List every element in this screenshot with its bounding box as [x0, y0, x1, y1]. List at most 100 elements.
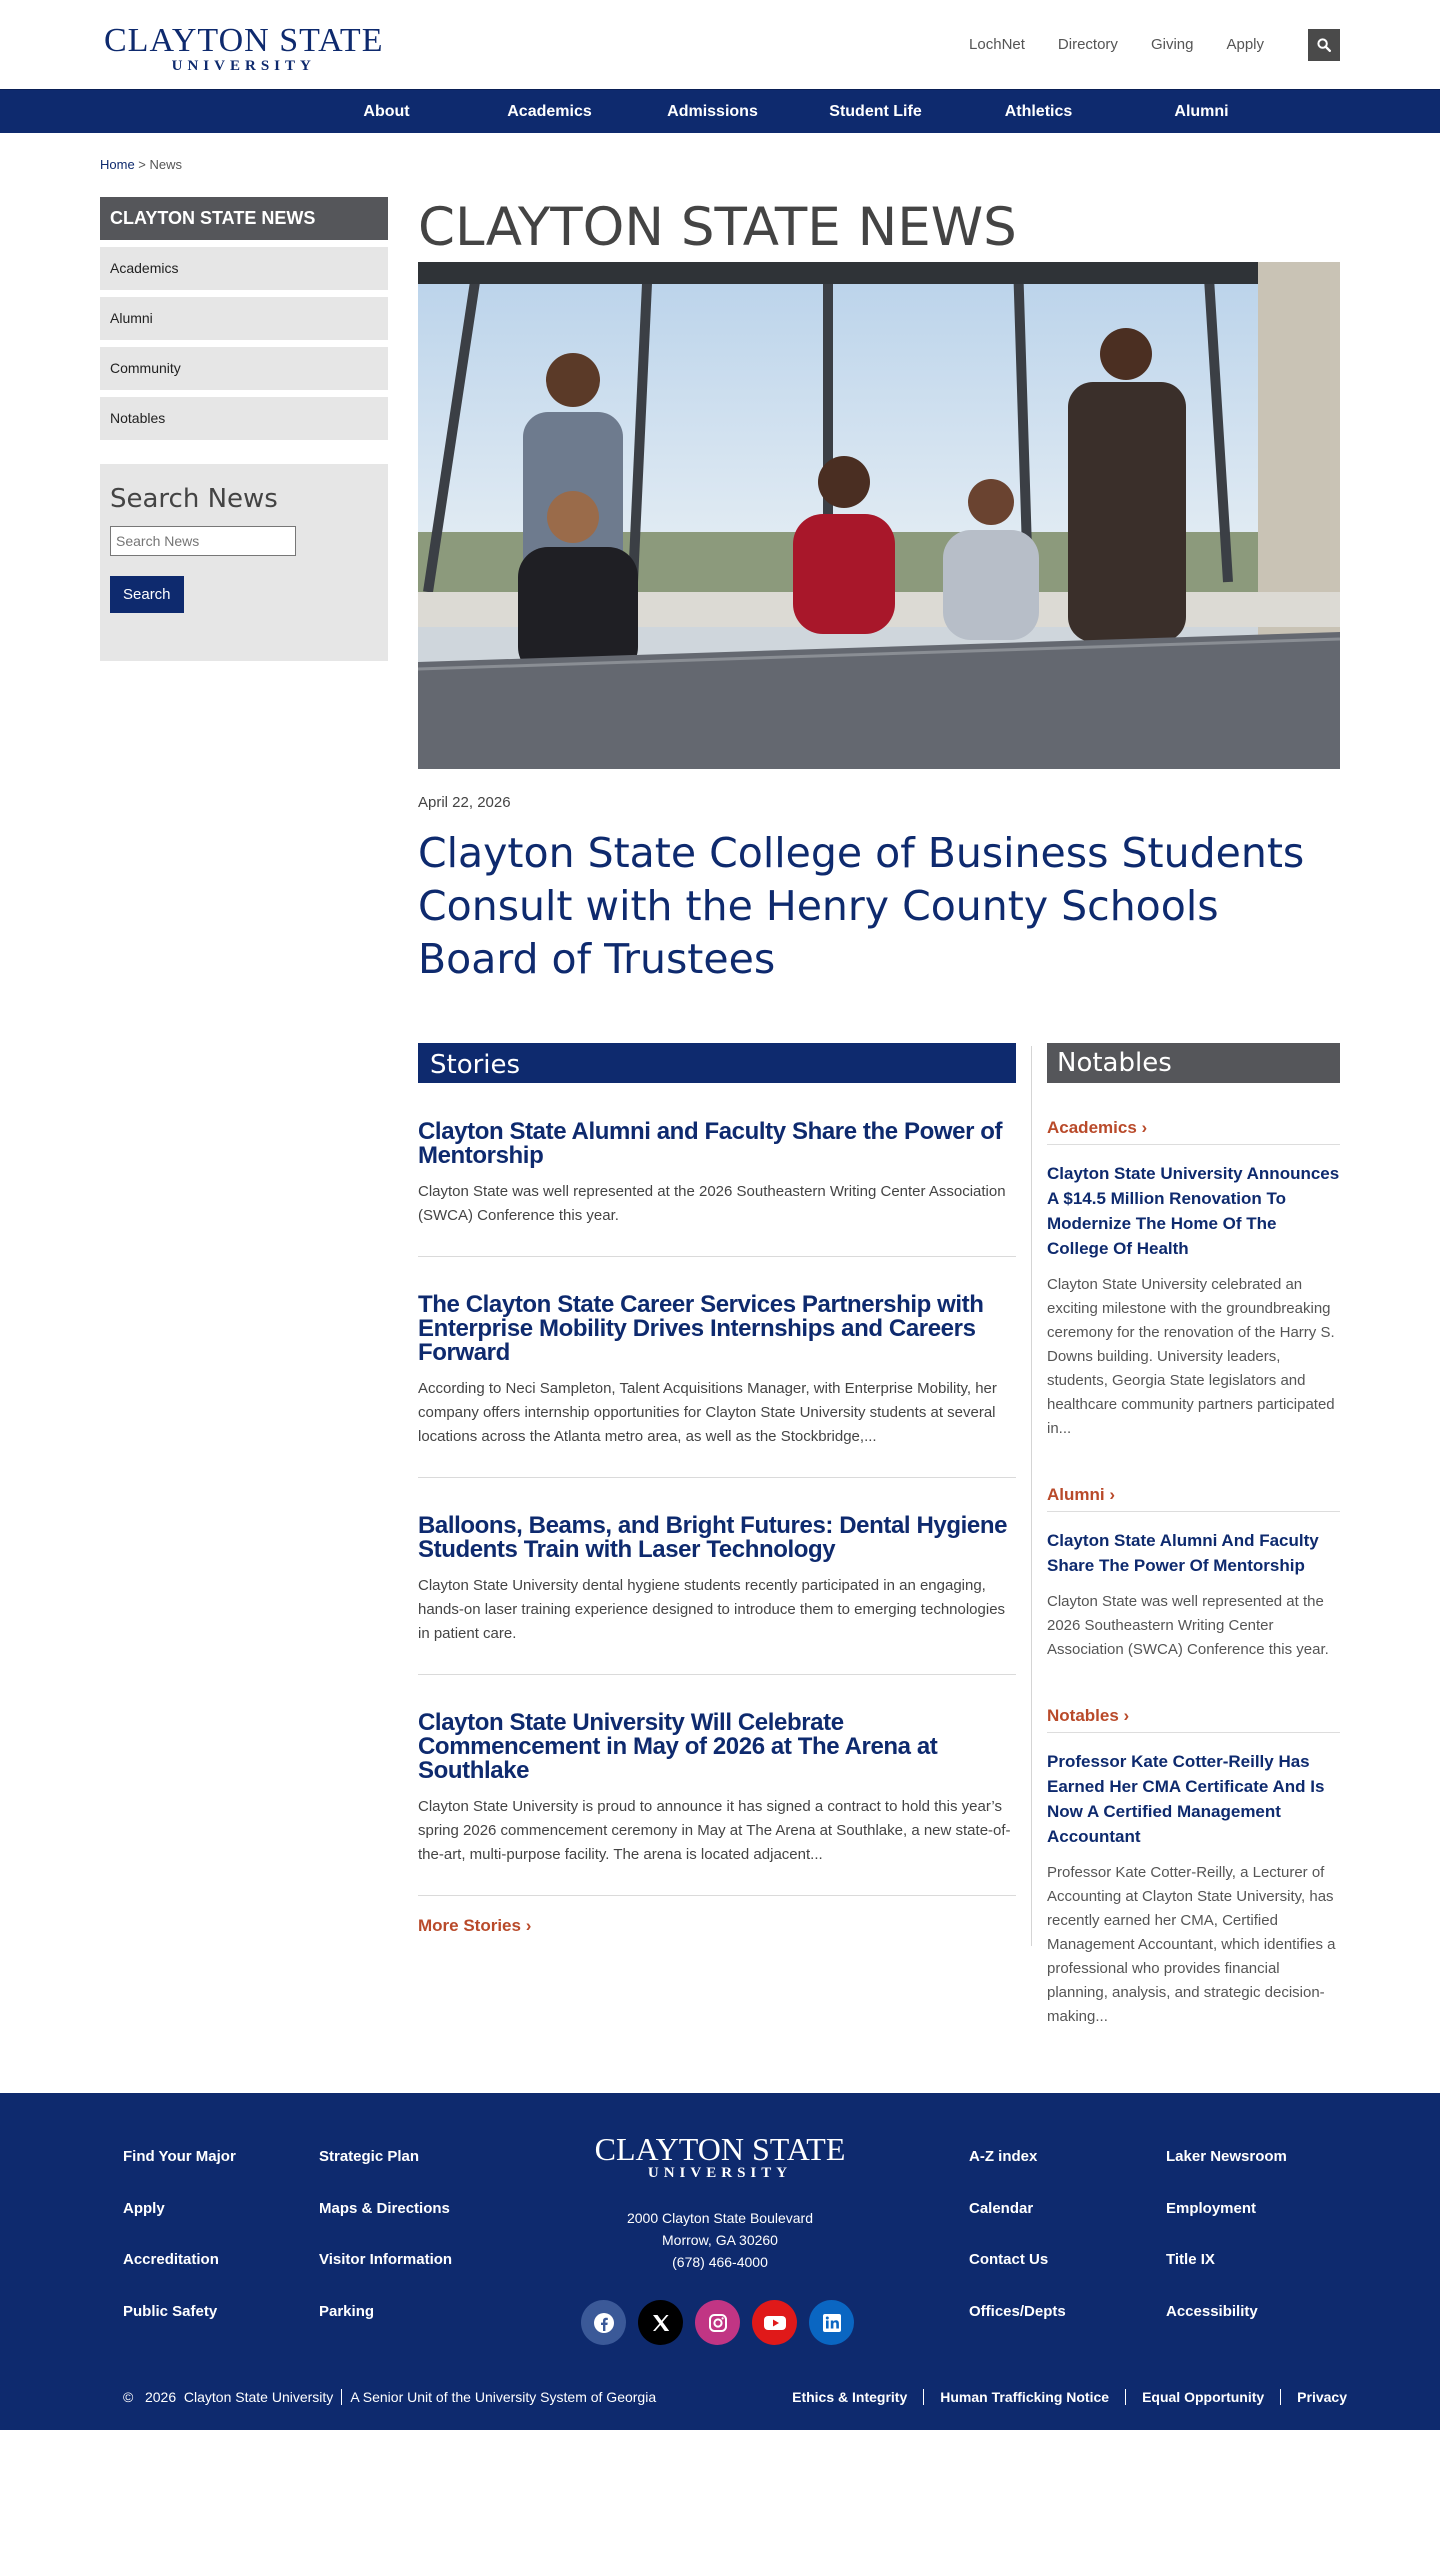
stories-heading: Stories: [418, 1043, 1016, 1083]
notable-item: Academics › Clayton State University Ann…: [1047, 1118, 1340, 1441]
notable-title[interactable]: Clayton State Alumni And Faculty Share T…: [1047, 1528, 1340, 1578]
chevron-right-icon: ›: [1109, 1485, 1116, 1504]
nav-athletics[interactable]: Athletics: [957, 90, 1120, 133]
nav-about[interactable]: About: [305, 90, 468, 133]
footer-link[interactable]: Public Safety: [123, 2303, 236, 2355]
x-icon[interactable]: [638, 2300, 683, 2345]
footer-link[interactable]: Find Your Major: [123, 2148, 236, 2200]
footer-link[interactable]: Apply: [123, 2200, 236, 2252]
footer-link[interactable]: Accreditation: [123, 2251, 236, 2303]
chevron-right-icon: ›: [1141, 1118, 1148, 1137]
notable-summary: Clayton State University celebrated an e…: [1047, 1276, 1335, 1437]
notable-title[interactable]: Professor Kate Cotter-Reilly Has Earned …: [1047, 1749, 1340, 1849]
footer-link[interactable]: A-Z index: [969, 2148, 1066, 2200]
footer-legal-link[interactable]: Ethics & Integrity: [792, 2389, 907, 2405]
utility-link-directory[interactable]: Directory: [1058, 36, 1118, 53]
footer-link[interactable]: Maps & Directions: [319, 2200, 452, 2252]
notables-section: Notables Academics › Clayton State Unive…: [1047, 1043, 1340, 2029]
footer-legal-links: Ethics & Integrity Human Trafficking Not…: [792, 2389, 1347, 2405]
search-news-button[interactable]: Search: [110, 576, 184, 613]
notable-item: Notables › Professor Kate Cotter-Reilly …: [1047, 1706, 1340, 2029]
address-street: 2000 Clayton State Boulevard: [626, 2210, 813, 2226]
story-summary: Clayton State University is proud to ann…: [418, 1798, 1011, 1863]
instagram-icon[interactable]: [695, 2300, 740, 2345]
footer-link[interactable]: Strategic Plan: [319, 2148, 452, 2200]
chevron-right-icon: ›: [525, 1916, 532, 1935]
nav-admissions[interactable]: Admissions: [631, 90, 794, 133]
footer-logo[interactable]: CLAYTON STATE UNIVERSITY: [594, 2133, 846, 2182]
logo-line-1: CLAYTON STATE: [104, 22, 384, 59]
sidebar-item-alumni[interactable]: Alumni: [100, 297, 388, 340]
story-summary: Clayton State University dental hygiene …: [418, 1577, 1006, 1642]
footer-link[interactable]: Visitor Information: [319, 2251, 452, 2303]
footer-legal-link[interactable]: Equal Opportunity: [1142, 2389, 1264, 2405]
footer-divider: [1125, 2389, 1127, 2405]
footer-copyright: © 2026 Clayton State University A Senior…: [123, 2389, 656, 2405]
footer-link[interactable]: Parking: [319, 2303, 452, 2355]
address-phone: (678) 466-4000: [672, 2254, 768, 2270]
notable-item: Alumni › Clayton State Alumni And Facult…: [1047, 1485, 1340, 1662]
notables-heading: Notables: [1047, 1043, 1340, 1083]
footer-link[interactable]: Employment: [1166, 2200, 1287, 2252]
footer-legal-link[interactable]: Privacy: [1297, 2389, 1347, 2405]
utility-link-apply[interactable]: Apply: [1226, 36, 1264, 53]
hero-photo[interactable]: [418, 262, 1340, 769]
linkedin-icon[interactable]: [809, 2300, 854, 2345]
footer-legal-link[interactable]: Human Trafficking Notice: [940, 2389, 1109, 2405]
footer-link[interactable]: Offices/Depts: [969, 2303, 1066, 2355]
footer-link[interactable]: Contact Us: [969, 2251, 1066, 2303]
story-title[interactable]: Balloons, Beams, and Bright Futures: Den…: [418, 1514, 1016, 1562]
sidebar-item-community[interactable]: Community: [100, 347, 388, 390]
story-title[interactable]: The Clayton State Career Services Partne…: [418, 1293, 1016, 1365]
notable-category[interactable]: Notables ›: [1047, 1706, 1340, 1733]
news-sidebar: CLAYTON STATE NEWS Academics Alumni Comm…: [100, 197, 388, 661]
search-icon: [1317, 38, 1331, 52]
footer-link[interactable]: Title IX: [1166, 2251, 1287, 2303]
hero-photo-illustration: [418, 262, 1340, 769]
facebook-icon[interactable]: [581, 2300, 626, 2345]
university-logo[interactable]: CLAYTON STATE UNIVERSITY: [104, 22, 384, 75]
footer-address: 2000 Clayton State Boulevard Morrow, GA …: [570, 2207, 870, 2273]
footer-link[interactable]: Accessibility: [1166, 2303, 1287, 2355]
notable-category-label: Academics: [1047, 1118, 1137, 1137]
youtube-icon[interactable]: [752, 2300, 797, 2345]
footer-logo-line-1: CLAYTON STATE: [594, 2131, 846, 2167]
sidebar-heading: CLAYTON STATE NEWS: [100, 197, 388, 240]
nav-student-life[interactable]: Student Life: [794, 90, 957, 133]
column-divider: [1031, 1046, 1032, 1946]
breadcrumb-home[interactable]: Home: [100, 157, 135, 172]
notable-category-label: Alumni: [1047, 1485, 1105, 1504]
search-news-title: Search News: [110, 484, 278, 514]
notable-category[interactable]: Academics ›: [1047, 1118, 1340, 1145]
usg-text: A Senior Unit of the University System o…: [350, 2389, 657, 2405]
story-title[interactable]: Clayton State Alumni and Faculty Share t…: [418, 1120, 1016, 1168]
footer-link[interactable]: Laker Newsroom: [1166, 2148, 1287, 2200]
notable-category-label: Notables: [1047, 1706, 1119, 1725]
footer-column-2: Strategic Plan Maps & Directions Visitor…: [319, 2148, 452, 2354]
main-nav: About Academics Admissions Student Life …: [0, 89, 1440, 133]
story-summary: According to Neci Sampleton, Talent Acqu…: [418, 1380, 997, 1445]
notable-category[interactable]: Alumni ›: [1047, 1485, 1340, 1512]
footer-column-4: Laker Newsroom Employment Title IX Acces…: [1166, 2148, 1287, 2354]
footer-link[interactable]: Calendar: [969, 2200, 1066, 2252]
nav-alumni[interactable]: Alumni: [1120, 90, 1283, 133]
search-news-input[interactable]: [110, 526, 296, 556]
search-news-panel: Search News Search: [100, 464, 388, 661]
site-search-button[interactable]: [1308, 29, 1340, 61]
nav-academics[interactable]: Academics: [468, 90, 631, 133]
sidebar-item-academics[interactable]: Academics: [100, 247, 388, 290]
more-stories-link[interactable]: More Stories ›: [418, 1916, 531, 1936]
notable-title[interactable]: Clayton State University Announces A $14…: [1047, 1161, 1340, 1261]
sidebar-item-notables[interactable]: Notables: [100, 397, 388, 440]
story-item: Clayton State University Will Celebrate …: [418, 1675, 1016, 1896]
utility-link-lochnet[interactable]: LochNet: [969, 36, 1025, 53]
story-summary: Clayton State was well represented at th…: [418, 1183, 1006, 1224]
utility-link-giving[interactable]: Giving: [1151, 36, 1194, 53]
breadcrumb: Home > News: [100, 157, 182, 172]
story-title[interactable]: Clayton State University Will Celebrate …: [418, 1711, 1016, 1783]
footer-column-1: Find Your Major Apply Accreditation Publ…: [123, 2148, 236, 2354]
story-item: The Clayton State Career Services Partne…: [418, 1257, 1016, 1478]
featured-headline[interactable]: Clayton State College of Business Studen…: [418, 827, 1340, 986]
copyright-text: © 2026 Clayton State University: [123, 2389, 334, 2405]
social-links: [581, 2300, 854, 2345]
